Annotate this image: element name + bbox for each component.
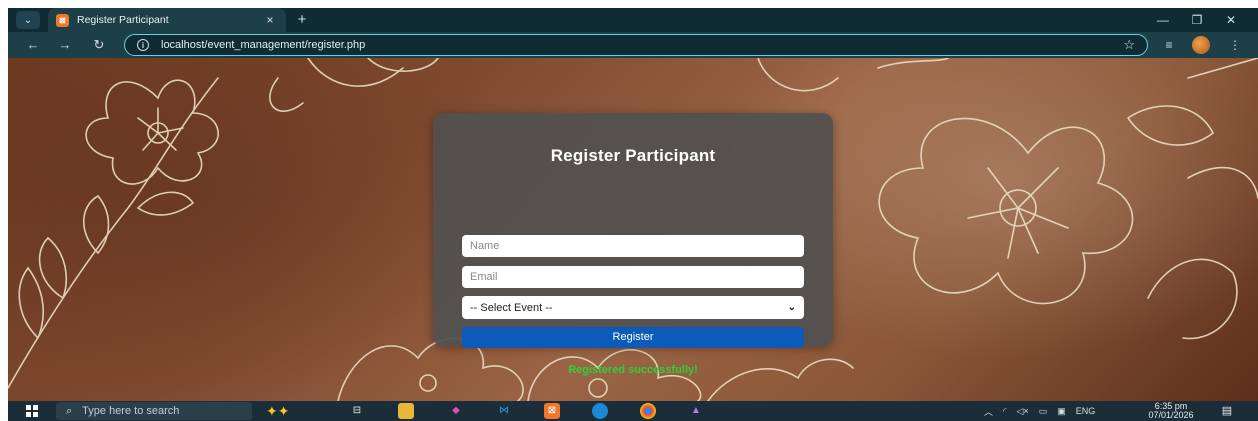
copilot-icon[interactable]: ✦✦ xyxy=(266,403,326,419)
vscode-icon[interactable]: ⋈ xyxy=(496,403,512,419)
email-input[interactable] xyxy=(462,266,804,288)
task-view-icon[interactable]: ⊟ xyxy=(349,403,365,419)
back-button[interactable]: ← xyxy=(22,35,44,55)
browser-tabstrip: ⌄ ⊠ Register Participant × + — ❐ ✕ xyxy=(8,8,1258,32)
register-form-card: Register Participant -- Select Event -- … xyxy=(433,113,833,376)
forward-button[interactable]: → xyxy=(54,35,76,55)
url-text[interactable]: localhost/event_management/register.php xyxy=(161,39,1123,51)
taskbar-clock[interactable]: 6:35 pm 07/01/2026 xyxy=(1140,402,1202,420)
tab-title: Register Participant xyxy=(77,14,169,26)
display-icon[interactable]: ▣ xyxy=(1057,406,1066,417)
event-select[interactable]: -- Select Event -- ⌄ xyxy=(462,296,804,319)
reload-button[interactable]: ↻ xyxy=(88,35,110,55)
battery-icon[interactable]: ▭ xyxy=(1039,406,1048,417)
screen: ⌄ ⊠ Register Participant × + — ❐ ✕ ← → ↻… xyxy=(0,0,1258,421)
browser-toolbar: ← → ↻ i localhost/event_management/regis… xyxy=(8,32,1258,58)
info-icon[interactable]: i xyxy=(137,39,149,51)
file-explorer-icon[interactable] xyxy=(398,403,414,419)
address-bar[interactable]: i localhost/event_management/register.ph… xyxy=(124,34,1148,56)
page-viewport: Register Participant -- Select Event -- … xyxy=(8,58,1258,401)
xampp-app-icon[interactable]: ⊠ xyxy=(544,403,560,419)
xampp-favicon-icon: ⊠ xyxy=(56,13,69,27)
chevron-down-icon: ⌄ xyxy=(787,302,796,313)
success-message: Registered successfully! xyxy=(568,364,698,376)
tab-search-icon[interactable]: ⌄ xyxy=(16,11,40,29)
taskbar-search-placeholder: Type here to search xyxy=(82,405,180,417)
volume-icon[interactable]: ◁× xyxy=(1017,406,1029,417)
clock-date: 07/01/2026 xyxy=(1148,410,1194,420)
window-controls: — ❐ ✕ xyxy=(1146,8,1248,32)
reading-list-icon[interactable]: ≡ xyxy=(1158,35,1180,55)
edge-icon[interactable] xyxy=(592,403,608,419)
name-input[interactable] xyxy=(462,235,804,257)
new-tab-button[interactable]: + xyxy=(292,10,312,30)
minimize-button[interactable]: — xyxy=(1146,13,1180,27)
chevron-up-icon[interactable]: ︿ xyxy=(984,405,993,418)
wifi-icon[interactable]: ◜ xyxy=(1003,406,1007,417)
register-button[interactable]: Register xyxy=(462,327,804,348)
system-tray: ︿ ◜ ◁× ▭ ▣ ENG xyxy=(984,401,1105,421)
menu-icon[interactable]: ⋮ xyxy=(1224,35,1246,55)
star-icon[interactable]: ☆ xyxy=(1123,37,1135,53)
language-indicator[interactable]: ENG xyxy=(1076,406,1096,416)
notification-icon[interactable]: ▤ xyxy=(1220,404,1234,418)
search-icon: ⌕ xyxy=(66,404,73,417)
copilot-app-icon[interactable]: ◆ xyxy=(448,403,464,419)
event-select-value: -- Select Event -- xyxy=(470,301,553,314)
close-window-button[interactable]: ✕ xyxy=(1214,13,1248,27)
maximize-button[interactable]: ❐ xyxy=(1180,13,1214,27)
paint-app-icon[interactable]: ▲ xyxy=(688,403,704,419)
profile-icon[interactable] xyxy=(1192,36,1210,54)
windows-taskbar: ⌕ Type here to search ✦✦ ⊟ ◆ ⋈ ⊠ ▲ ︿ ◜ ◁… xyxy=(8,401,1258,421)
taskbar-search-box[interactable]: ⌕ Type here to search xyxy=(56,402,252,420)
form-title: Register Participant xyxy=(550,146,716,165)
browser-tab-active[interactable]: ⊠ Register Participant × xyxy=(48,8,286,32)
tab-close-icon[interactable]: × xyxy=(262,13,278,27)
chrome-icon[interactable] xyxy=(640,403,656,419)
windows-start-icon[interactable] xyxy=(26,405,38,417)
